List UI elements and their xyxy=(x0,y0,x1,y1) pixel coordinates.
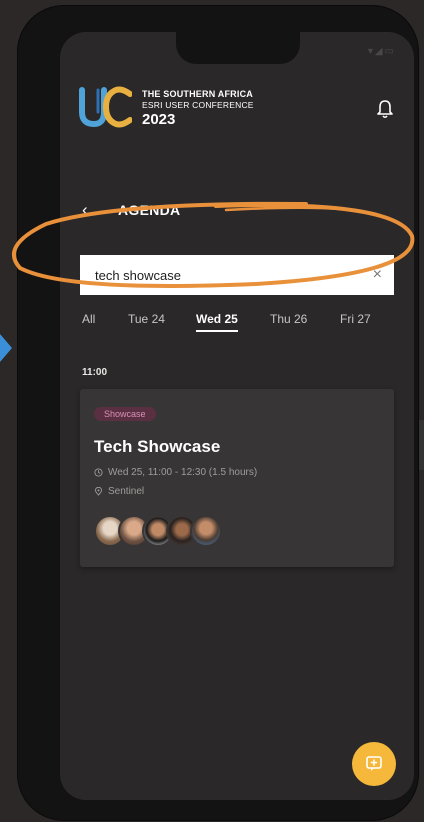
session-title: Tech Showcase xyxy=(94,437,221,456)
tab-wed-25[interactable]: Wed 25 xyxy=(196,312,238,332)
chat-plus-icon xyxy=(366,756,382,771)
search-box[interactable]: tech showcase × xyxy=(80,255,394,295)
brand-line2: ESRI USER CONFERENCE xyxy=(142,100,254,110)
uc-logo-icon xyxy=(79,86,132,128)
pointer-arrow-icon xyxy=(0,334,12,362)
session-card[interactable]: Showcase Tech Showcase Wed 25, 11:00 - 1… xyxy=(80,389,394,567)
chevron-left-icon[interactable]: ‹ xyxy=(82,200,88,220)
speaker-avatars[interactable] xyxy=(94,515,222,547)
status-bar-icons: ▾◢▭ xyxy=(367,46,396,57)
tab-fri-27[interactable]: Fri 27 xyxy=(340,312,371,326)
search-input[interactable]: tech showcase xyxy=(95,268,373,283)
avatar[interactable] xyxy=(190,515,222,547)
conference-brand: THE SOUTHERN AFRICA ESRI USER CONFERENCE… xyxy=(142,89,254,128)
tab-thu-26[interactable]: Thu 26 xyxy=(270,312,307,326)
floating-action-button[interactable] xyxy=(352,742,396,786)
close-icon[interactable]: × xyxy=(373,266,382,284)
bell-icon[interactable] xyxy=(376,99,394,119)
clock-icon xyxy=(94,468,103,477)
session-time-row: Wed 25, 11:00 - 12:30 (1.5 hours) xyxy=(94,467,257,478)
app-screen: ▾◢▭ THE SOUTHERN AFRICA ESRI USER CONFER… xyxy=(60,32,414,800)
brand-line1: THE SOUTHERN AFRICA xyxy=(142,89,253,99)
tab-all[interactable]: All xyxy=(82,312,95,326)
phone-frame: ▾◢▭ THE SOUTHERN AFRICA ESRI USER CONFER… xyxy=(18,6,418,820)
session-location: Sentinel xyxy=(108,486,145,497)
brand-year: 2023 xyxy=(142,111,176,128)
category-badge: Showcase xyxy=(94,407,156,421)
time-slot-heading: 11:00 xyxy=(82,367,108,378)
location-pin-icon xyxy=(94,487,103,496)
tab-tue-24[interactable]: Tue 24 xyxy=(128,312,165,326)
phone-notch xyxy=(176,32,300,64)
session-location-row: Sentinel xyxy=(94,486,144,497)
session-time-range: Wed 25, 11:00 - 12:30 (1.5 hours) xyxy=(108,467,258,478)
page-title: AGENDA xyxy=(118,202,181,218)
day-tabs: All Tue 24 Wed 25 Thu 26 Fri 27 xyxy=(60,312,414,336)
